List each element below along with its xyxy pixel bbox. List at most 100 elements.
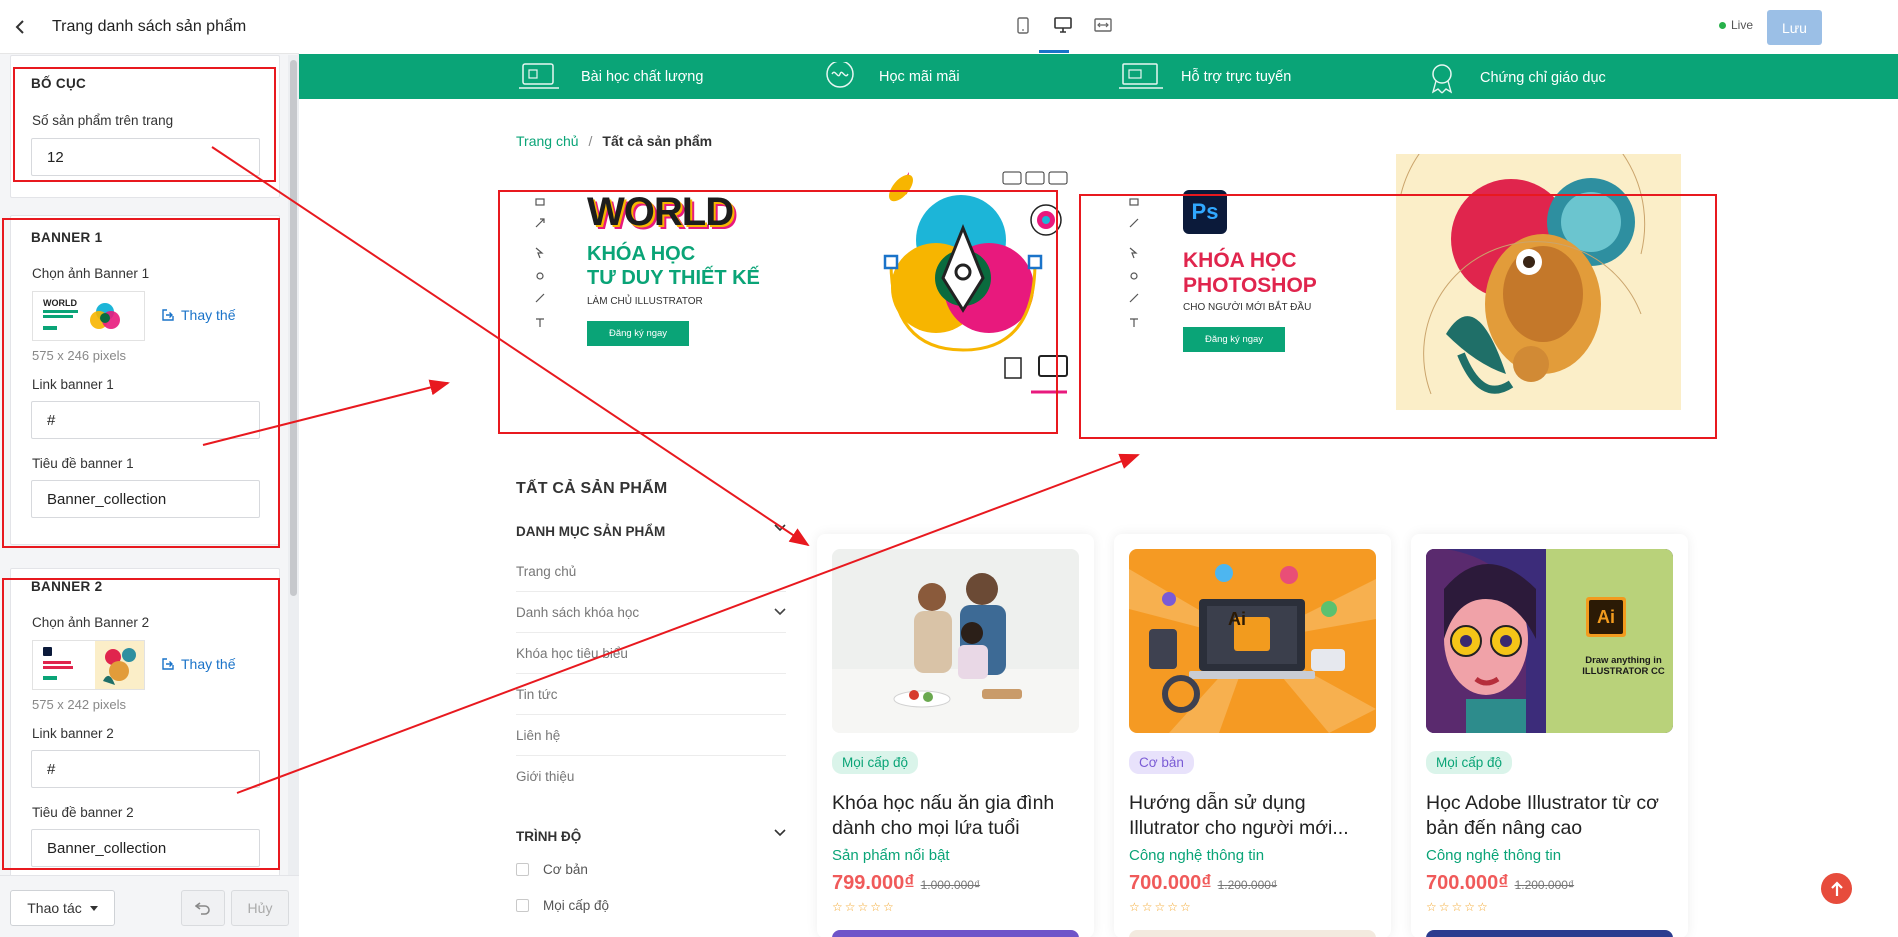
sidebar-item-courses[interactable]: Danh sách khóa học	[516, 592, 786, 633]
sidebar-item-contact[interactable]: Liên hệ	[516, 715, 786, 756]
banner-2-line2: PHOTOSHOP	[1183, 274, 1317, 297]
product-image[interactable]	[832, 549, 1079, 733]
level-filter-all[interactable]: Mọi cấp độ	[516, 898, 609, 913]
banner-1[interactable]: WORLD KHÓA HỌC TƯ DUY THIẾT KẾ LÀM CHỦ I…	[507, 160, 1073, 410]
product-card[interactable]: Mọi cấp độ Khóa học nấu ăn gia đình dành…	[817, 534, 1094, 937]
checkbox[interactable]	[516, 899, 529, 912]
back-to-top-button[interactable]	[1821, 873, 1852, 904]
product-card[interactable]: Ai Cơ bản Hướng dẫn sử dụng Illutrator c…	[1114, 534, 1391, 937]
level-badge: Mọi cấp độ	[832, 751, 919, 774]
feature-label: Hỗ trợ trực tuyến	[1181, 69, 1292, 85]
banner2-section-title: BANNER 2	[31, 579, 103, 594]
product-image[interactable]: Ai Draw anything in ILLUSTRATOR CC	[1426, 549, 1673, 733]
banner1-image-label: Chọn ảnh Banner 1	[32, 266, 150, 281]
panel-scroll-area: BỐ CỤC Số sản phẩm trên trang 12 BANNER …	[0, 55, 288, 875]
mobile-view-button[interactable]	[1012, 14, 1034, 36]
next-product-image[interactable]	[1426, 930, 1673, 937]
product-category[interactable]: Công nghệ thông tin	[1129, 847, 1264, 864]
old-price: 1.200.000₫	[1217, 878, 1278, 892]
current-price: 799.000₫	[832, 872, 915, 894]
category-heading[interactable]: DANH MỤC SẢN PHẨM	[516, 524, 786, 539]
product-title[interactable]: Hướng dẫn sử dụng Illutrator cho người m…	[1129, 791, 1379, 841]
banner1-heading-value: Banner_collection	[47, 490, 167, 508]
product-price: 700.000₫ 1.200.000₫	[1129, 872, 1277, 895]
banner-2-line1: KHÓA HỌC	[1183, 249, 1297, 272]
product-card[interactable]: Ai Draw anything in ILLUSTRATOR CC Mọi c…	[1411, 534, 1688, 937]
banner1-heading-input[interactable]: Banner_collection	[31, 480, 260, 518]
sidebar-item-label: Trang chủ	[516, 563, 577, 579]
category-heading-label: DANH MỤC SẢN PHẨM	[516, 524, 666, 539]
live-label: Live	[1731, 18, 1754, 32]
desktop-view-button[interactable]	[1052, 14, 1074, 36]
product-category[interactable]: Sản phẩm nổi bật	[832, 847, 950, 864]
checkbox[interactable]	[516, 863, 529, 876]
sidebar-item-home[interactable]: Trang chủ	[516, 551, 786, 592]
banner2-replace-button[interactable]: Thay thế	[161, 656, 235, 672]
banner-2[interactable]: Ps KHÓA HỌC PHOTOSHOP CHO NGƯỜI MỚI BẮT …	[1081, 154, 1681, 410]
fullwidth-icon	[1094, 18, 1112, 32]
level-badge: Mọi cấp độ	[1426, 751, 1513, 774]
sidebar-item-news[interactable]: Tin tức	[516, 674, 786, 715]
sidebar-item-featured[interactable]: Khóa học tiêu biểu	[516, 633, 786, 674]
breadcrumb-home[interactable]: Trang chủ	[516, 133, 579, 149]
banner-1-line1: KHÓA HỌC	[587, 243, 696, 265]
banner-1-cta[interactable]: Đăng ký ngay	[587, 321, 689, 346]
per-page-input[interactable]: 12	[31, 138, 260, 176]
current-price: 700.000₫	[1426, 872, 1509, 894]
desktop-icon	[1054, 17, 1072, 33]
undo-button[interactable]	[181, 890, 225, 926]
banner1-link-input[interactable]: #	[31, 401, 260, 439]
mobile-icon	[1017, 16, 1029, 34]
support-icon	[1119, 63, 1163, 89]
banner1-size: 575 x 246 pixels	[32, 348, 126, 363]
cancel-button[interactable]: Hủy	[231, 890, 289, 926]
illustrator-poster-image	[1426, 549, 1673, 733]
level-filter-basic[interactable]: Cơ bản	[516, 862, 588, 877]
panel-scrollbar-thumb[interactable]	[290, 60, 297, 596]
back-button[interactable]	[0, 0, 40, 54]
live-dot	[1719, 21, 1726, 29]
banner2-link-input[interactable]: #	[31, 750, 260, 788]
product-price: 799.000₫ 1.000.000₫	[832, 872, 980, 895]
banner1-replace-button[interactable]: Thay thế	[161, 307, 235, 323]
actions-dropdown[interactable]: Thao tác	[10, 890, 115, 926]
cooking-family-image	[832, 549, 1079, 733]
next-product-image[interactable]	[1129, 930, 1376, 937]
banner-2-cta[interactable]: Đăng ký ngay	[1183, 327, 1285, 352]
banner2-heading-input[interactable]: Banner_collection	[31, 829, 260, 867]
product-image[interactable]: Ai	[1129, 549, 1376, 733]
caret-down-icon	[89, 905, 98, 911]
level-heading[interactable]: TRÌNH ĐỘ	[516, 829, 786, 844]
product-title[interactable]: Học Adobe Illustrator từ cơ bản đến nâng…	[1426, 791, 1676, 841]
product-category[interactable]: Công nghệ thông tin	[1426, 847, 1561, 864]
chevron-down-icon[interactable]	[774, 608, 786, 616]
banner1-section-title: BANNER 1	[31, 230, 103, 245]
banner1-thumbnail[interactable]: WORLD	[32, 291, 145, 341]
undo-icon	[195, 902, 210, 915]
old-price: 1.000.000₫	[920, 878, 981, 892]
save-button[interactable]: Lưu	[1767, 10, 1822, 45]
breadcrumb: Trang chủ / Tất cả sản phẩm	[516, 133, 712, 149]
fullwidth-view-button[interactable]	[1092, 14, 1114, 36]
next-product-image[interactable]	[832, 930, 1079, 937]
feature-label: Bài học chất lượng	[581, 69, 704, 85]
level-label: Cơ bản	[543, 862, 588, 877]
sidebar-item-about[interactable]: Giới thiệu	[516, 756, 786, 797]
panel-title: Trang danh sách sản phẩm	[52, 17, 247, 35]
product-title[interactable]: Khóa học nấu ăn gia đình dành cho mọi lứ…	[832, 791, 1082, 841]
chevron-down-icon	[774, 829, 786, 837]
store-preview: Bài học chất lượng Học mãi mãi Hỗ trợ tr…	[299, 54, 1898, 937]
breadcrumb-separator: /	[588, 133, 593, 149]
certificate-icon	[1431, 64, 1453, 94]
feature-item-support: Hỗ trợ trực tuyến	[1119, 62, 1291, 92]
layout-section-title: BỐ CỤC	[31, 76, 87, 91]
ai-logo-text: Ai	[1228, 608, 1246, 629]
banner2-section: BANNER 2 Chọn ảnh Banner 2 Thay thế 575 …	[10, 568, 280, 875]
banner2-thumbnail[interactable]	[32, 640, 145, 690]
active-device-indicator	[1039, 50, 1069, 53]
svg-text:WORLD: WORLD	[43, 298, 77, 308]
live-status: Live	[1719, 18, 1753, 32]
replace-icon	[162, 658, 174, 670]
banner2-replace-label: Thay thế	[181, 656, 236, 672]
device-switcher	[1012, 14, 1114, 36]
